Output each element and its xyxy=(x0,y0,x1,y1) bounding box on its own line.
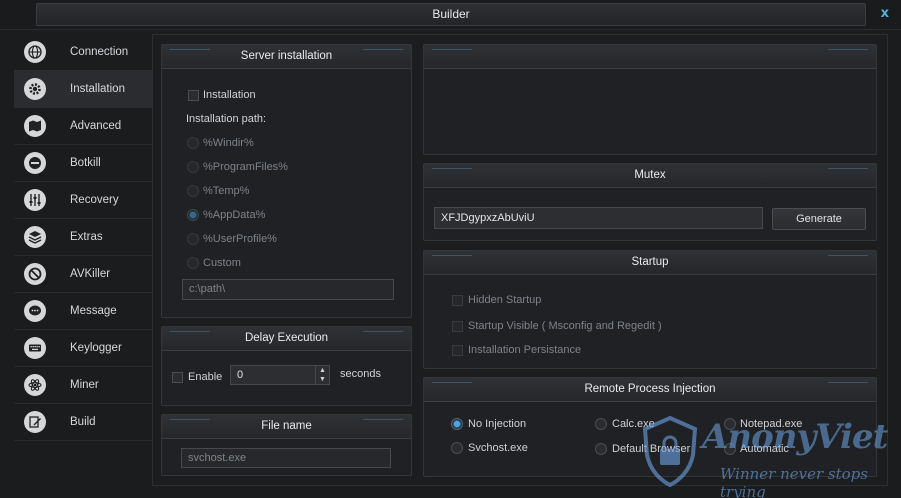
delay-execution-panel: Delay Execution Enable 0 ▲ ▼ seconds xyxy=(161,326,412,406)
generate-button[interactable]: Generate xyxy=(772,208,866,230)
ban-icon xyxy=(24,263,46,285)
title-bar: Builder x xyxy=(0,0,901,30)
gear-icon xyxy=(24,78,46,100)
sidebar-item-label: Miner xyxy=(70,379,99,391)
radio-windir-label: %Windir% xyxy=(203,137,254,149)
radio-appdata-label: %AppData% xyxy=(203,209,266,221)
startup-panel: Startup Hidden Startup Startup Visible (… xyxy=(423,250,877,369)
radio-no-injection-label: No Injection xyxy=(468,418,527,430)
stepper-up-icon[interactable]: ▲ xyxy=(316,366,329,375)
radio-temp[interactable] xyxy=(187,185,199,197)
panel-title: Mutex xyxy=(424,164,876,188)
sidebar-item-label: Message xyxy=(70,305,117,317)
radio-temp-label: %Temp% xyxy=(203,185,250,197)
panel-title: Startup xyxy=(424,251,876,275)
remote-injection-panel: Remote Process Injection No Injection Ca… xyxy=(423,377,877,477)
sidebar-item-build[interactable]: Build xyxy=(14,404,152,441)
sidebar-item-miner[interactable]: Miner xyxy=(14,367,152,404)
sidebar-item-keylogger[interactable]: Keylogger xyxy=(14,330,152,367)
sidebar: Connection Installation Advanced Botkill… xyxy=(14,34,152,444)
chat-icon xyxy=(24,300,46,322)
sidebar-item-recovery[interactable]: Recovery xyxy=(14,182,152,219)
server-installation-panel: Server installation Installation Install… xyxy=(161,44,412,318)
sidebar-item-label: Botkill xyxy=(70,157,101,169)
close-button[interactable]: x xyxy=(881,6,889,21)
sidebar-item-label: Build xyxy=(70,416,96,428)
sidebar-item-label: Keylogger xyxy=(70,342,122,354)
radio-default-browser-label: Default Browser xyxy=(612,443,691,455)
file-name-input[interactable]: svchost.exe xyxy=(181,448,391,468)
sidebar-item-advanced[interactable]: Advanced xyxy=(14,108,152,145)
main-content: Server installation Installation Install… xyxy=(152,34,888,486)
radio-notepad-label: Notepad.exe xyxy=(740,418,803,430)
edit-icon xyxy=(24,411,46,433)
radio-userprofile[interactable] xyxy=(187,233,199,245)
startup-visible-checkbox[interactable] xyxy=(452,321,463,332)
file-name-panel: File name svchost.exe xyxy=(161,414,412,476)
layers-icon xyxy=(24,226,46,248)
radio-custom[interactable] xyxy=(187,257,199,269)
atom-icon xyxy=(24,374,46,396)
installation-path-label: Installation path: xyxy=(186,113,267,125)
radio-notepad[interactable] xyxy=(724,418,736,430)
delay-unit-label: seconds xyxy=(340,368,381,380)
sidebar-item-label: Recovery xyxy=(70,194,119,206)
radio-automatic-label: Automatic xyxy=(740,443,789,455)
mutex-input[interactable]: XFJDgypxzAbUviU xyxy=(434,207,763,229)
sidebar-item-connection[interactable]: Connection xyxy=(14,34,152,71)
hidden-startup-label: Hidden Startup xyxy=(468,294,542,306)
radio-svchost-label: Svchost.exe xyxy=(468,442,528,454)
installation-checkbox-label: Installation xyxy=(203,89,256,101)
sidebar-item-label: Advanced xyxy=(70,120,122,132)
mutex-panel: Mutex XFJDgypxzAbUviU Generate xyxy=(423,163,877,241)
radio-default-browser[interactable] xyxy=(595,443,607,455)
sidebar-item-botkill[interactable]: Botkill xyxy=(14,145,152,182)
radio-svchost[interactable] xyxy=(451,442,463,454)
delay-enable-checkbox[interactable] xyxy=(172,372,183,383)
radio-calc[interactable] xyxy=(595,418,607,430)
keyboard-icon xyxy=(24,337,46,359)
sidebar-item-label: AVKiller xyxy=(70,268,111,280)
radio-calc-label: Calc.exe xyxy=(612,418,655,430)
radio-programfiles[interactable] xyxy=(187,161,199,173)
sidebar-item-label: Connection xyxy=(70,46,129,58)
delay-seconds-stepper[interactable]: ▲ ▼ xyxy=(315,366,329,384)
sidebar-item-avkiller[interactable]: AVKiller xyxy=(14,256,152,293)
radio-userprofile-label: %UserProfile% xyxy=(203,233,277,245)
window-title: Builder xyxy=(36,3,866,26)
delay-enable-label: Enable xyxy=(188,371,223,383)
installation-persistance-checkbox[interactable] xyxy=(452,345,463,356)
panel-title: Delay Execution xyxy=(162,327,411,351)
radio-appdata[interactable] xyxy=(187,209,199,221)
panel-title: File name xyxy=(162,415,411,439)
globe-icon xyxy=(24,41,46,63)
panel-title: Remote Process Injection xyxy=(424,378,876,402)
header-panel xyxy=(423,44,877,155)
sidebar-item-message[interactable]: Message xyxy=(14,293,152,330)
installation-checkbox[interactable] xyxy=(188,90,199,101)
radio-windir[interactable] xyxy=(187,137,199,149)
radio-programfiles-label: %ProgramFiles% xyxy=(203,161,288,173)
stepper-down-icon[interactable]: ▼ xyxy=(316,375,329,384)
panel-title: Server installation xyxy=(162,45,411,69)
custom-path-input[interactable]: c:\path\ xyxy=(182,279,394,300)
sliders-icon xyxy=(24,189,46,211)
sidebar-item-label: Installation xyxy=(70,83,125,95)
startup-visible-label: Startup Visible ( Msconfig and Regedit ) xyxy=(468,320,662,332)
radio-custom-label: Custom xyxy=(203,257,241,269)
panel-header-empty xyxy=(424,45,876,69)
sidebar-item-label: Extras xyxy=(70,231,103,243)
installation-persistance-label: Installation Persistance xyxy=(468,344,582,356)
sidebar-item-extras[interactable]: Extras xyxy=(14,219,152,256)
hidden-startup-checkbox[interactable] xyxy=(452,295,463,306)
radio-no-injection[interactable] xyxy=(451,418,463,430)
sidebar-item-installation[interactable]: Installation xyxy=(14,71,152,108)
map-icon xyxy=(24,115,46,137)
radio-automatic[interactable] xyxy=(724,443,736,455)
minus-circle-icon xyxy=(24,152,46,174)
